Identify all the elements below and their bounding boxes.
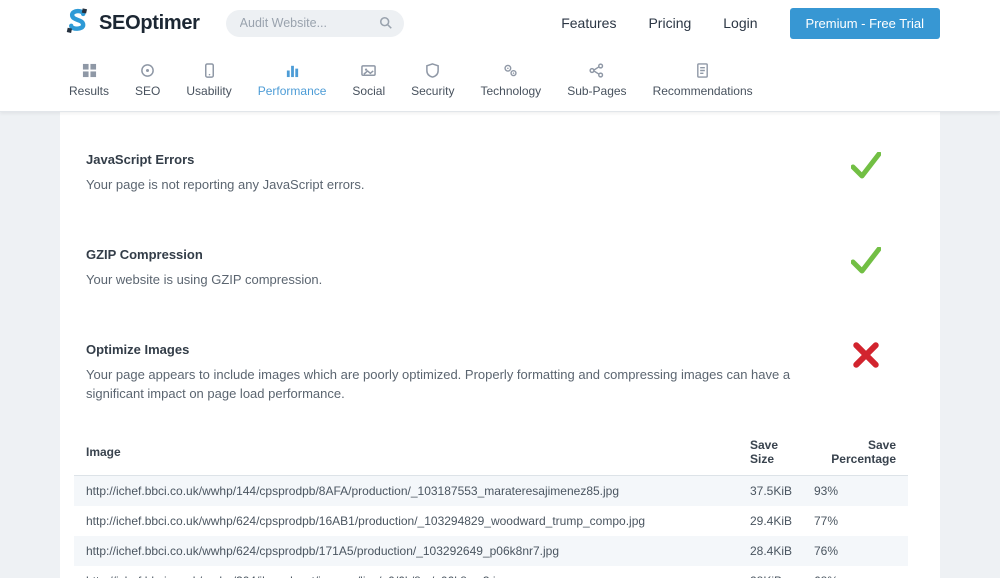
- tab-label: Sub-Pages: [567, 84, 626, 98]
- tab-label: Results: [69, 84, 109, 98]
- section-title: Optimize Images: [86, 342, 838, 357]
- top-header: SEOptimer Features Pricing Login Premium…: [0, 0, 1000, 46]
- tab-label: Performance: [258, 84, 327, 98]
- section-description: Your page appears to include images whic…: [86, 366, 838, 404]
- nav-link-features[interactable]: Features: [561, 15, 616, 31]
- tab-seo[interactable]: SEO: [122, 58, 173, 111]
- tab-security[interactable]: Security: [398, 58, 467, 111]
- mobile-icon: [202, 62, 217, 78]
- gears-icon: [503, 62, 518, 78]
- tab-technology[interactable]: Technology: [467, 58, 554, 111]
- column-header-save-percentage: Save Percentage: [808, 429, 908, 476]
- table-header-row: Image Save Size Save Percentage: [74, 429, 908, 476]
- save-percentage: 93%: [808, 476, 908, 507]
- column-header-image: Image: [74, 429, 738, 476]
- section-title: GZIP Compression: [86, 247, 838, 262]
- column-header-save-size: Save Size: [738, 429, 808, 476]
- section-description: Your website is using GZIP compression.: [86, 271, 838, 290]
- grid-icon: [82, 62, 97, 78]
- tab-sub-pages[interactable]: Sub-Pages: [554, 58, 639, 111]
- tab-performance[interactable]: Performance: [245, 58, 340, 111]
- save-size: 28.4KiB: [738, 536, 808, 566]
- nav-link-pricing[interactable]: Pricing: [648, 15, 691, 31]
- premium-free-trial-button[interactable]: Premium - Free Trial: [790, 8, 940, 39]
- search-icon: [379, 16, 393, 35]
- nav-link-login[interactable]: Login: [723, 15, 757, 31]
- tab-label: Security: [411, 84, 454, 98]
- save-size: 28KiB: [738, 566, 808, 578]
- save-percentage: 68%: [808, 566, 908, 578]
- tab-usability[interactable]: Usability: [173, 58, 244, 111]
- report-tabbar: Results SEO Usability Performance: [0, 46, 1000, 112]
- link-nodes-icon: [589, 62, 604, 78]
- section-gzip-compression: GZIP Compression Your website is using G…: [86, 247, 940, 290]
- performance-report-card: JavaScript Errors Your page is not repor…: [60, 112, 940, 578]
- image-url: http://ichef.bbci.co.uk/wwhp/144/cpsprod…: [74, 476, 738, 507]
- seoptimer-logo-icon: [62, 6, 92, 41]
- logo[interactable]: SEOptimer: [62, 6, 200, 41]
- tab-label: Social: [352, 84, 385, 98]
- pass-check-icon: [848, 152, 884, 195]
- save-percentage: 77%: [808, 506, 908, 536]
- optimize-images-table: Image Save Size Save Percentage http://i…: [74, 429, 908, 578]
- fail-x-icon: [848, 342, 884, 404]
- tab-results[interactable]: Results: [56, 58, 122, 111]
- save-size: 37.5KiB: [738, 476, 808, 507]
- tab-label: SEO: [135, 84, 160, 98]
- document-icon: [695, 62, 710, 78]
- shield-icon: [425, 62, 440, 78]
- target-icon: [140, 62, 155, 78]
- photo-icon: [361, 62, 376, 78]
- section-description: Your page is not reporting any JavaScrip…: [86, 176, 838, 195]
- audit-search-input[interactable]: [226, 10, 404, 37]
- image-url: http://ichef.bbci.co.uk/wwhp/624/cpsprod…: [74, 506, 738, 536]
- table-row: http://ichef.bbci.co.uk/wwhp/144/cpsprod…: [74, 476, 908, 507]
- table-row: http://ichef.bbci.co.uk/wwhp/304/ibroadc…: [74, 566, 908, 578]
- pass-check-icon: [848, 247, 884, 290]
- section-javascript-errors: JavaScript Errors Your page is not repor…: [86, 152, 940, 195]
- image-url: http://ichef.bbci.co.uk/wwhp/624/cpsprod…: [74, 536, 738, 566]
- image-url: http://ichef.bbci.co.uk/wwhp/304/ibroadc…: [74, 566, 738, 578]
- table-row: http://ichef.bbci.co.uk/wwhp/624/cpsprod…: [74, 506, 908, 536]
- table-row: http://ichef.bbci.co.uk/wwhp/624/cpsprod…: [74, 536, 908, 566]
- logo-text: SEOptimer: [99, 12, 200, 35]
- save-size: 29.4KiB: [738, 506, 808, 536]
- audit-search: [226, 10, 404, 37]
- save-percentage: 76%: [808, 536, 908, 566]
- tab-recommendations[interactable]: Recommendations: [640, 58, 766, 111]
- tab-label: Usability: [186, 84, 231, 98]
- bar-chart-icon: [285, 62, 300, 78]
- section-optimize-images: Optimize Images Your page appears to inc…: [86, 342, 940, 404]
- section-title: JavaScript Errors: [86, 152, 838, 167]
- tab-label: Technology: [480, 84, 541, 98]
- tab-label: Recommendations: [653, 84, 753, 98]
- header-nav: Features Pricing Login Premium - Free Tr…: [561, 8, 940, 39]
- tab-social[interactable]: Social: [339, 58, 398, 111]
